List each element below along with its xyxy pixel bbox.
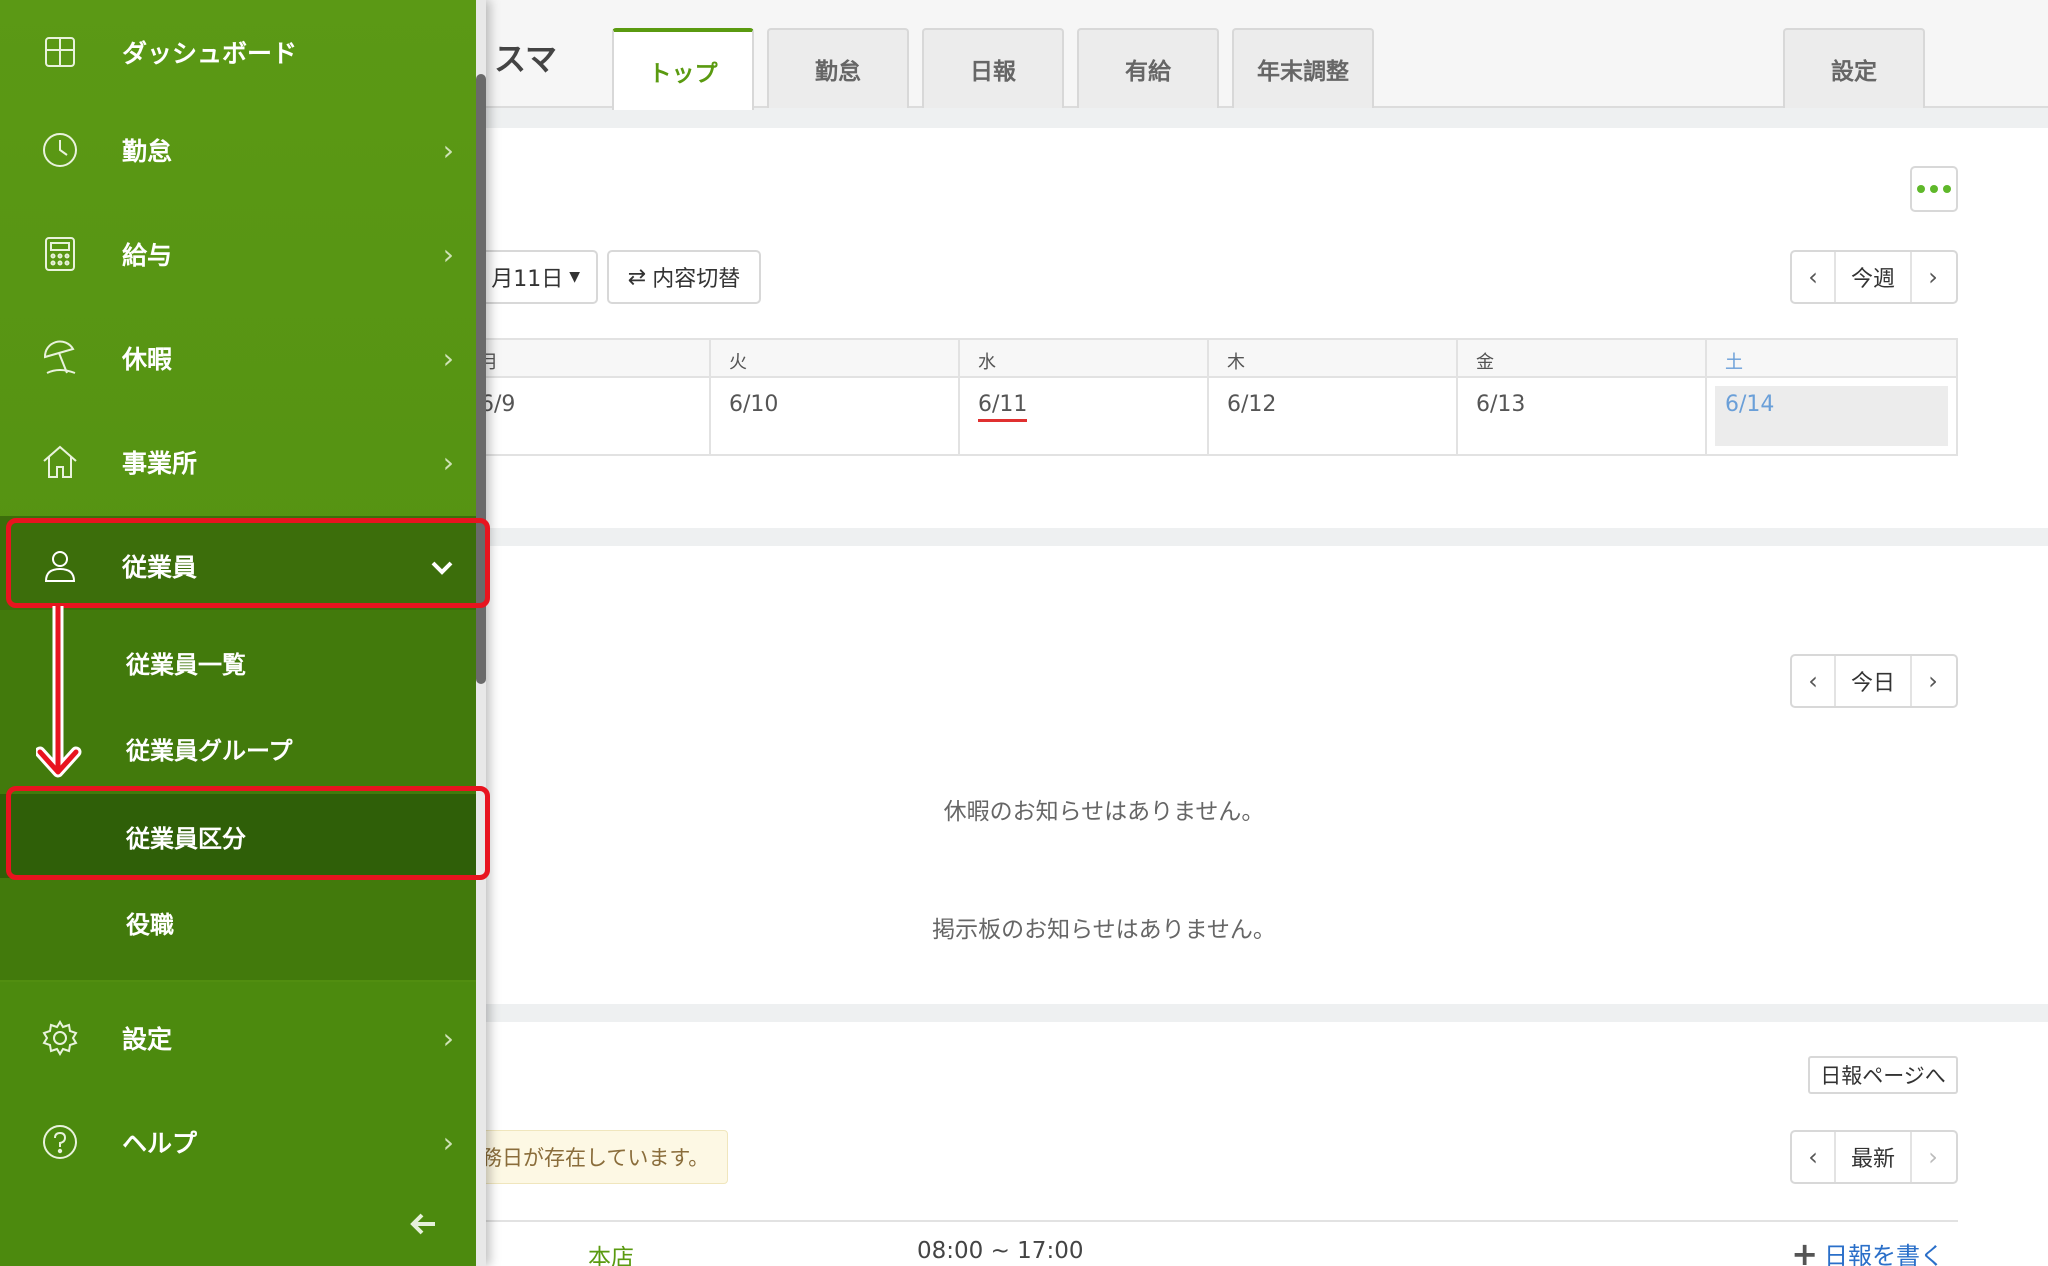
next-day-button[interactable]: › bbox=[1912, 656, 1954, 706]
weekday-header: 水 bbox=[960, 340, 1209, 376]
write-report-label: 日報を書く bbox=[1824, 1242, 1944, 1266]
sidebar-item-label: 事業所 bbox=[122, 449, 198, 478]
weekday-header: 月 bbox=[462, 340, 711, 376]
toggle-content-label: 内容切替 bbox=[652, 267, 741, 292]
sidebar-item-help[interactable]: ヘルプ › bbox=[0, 1090, 476, 1194]
sidebar-item-label: 給与 bbox=[122, 241, 173, 270]
unsubmitted-report-notice: 務日が存在しています。 bbox=[470, 1130, 728, 1184]
chevron-right-icon: › bbox=[442, 237, 454, 271]
collapse-sidebar-button[interactable] bbox=[410, 1210, 438, 1243]
tab-paid-leave[interactable]: 有給 bbox=[1077, 28, 1219, 108]
toggle-content-button[interactable]: ⇄ 内容切替 bbox=[607, 250, 761, 304]
gear-icon bbox=[40, 1018, 80, 1058]
sidebar-item-leave[interactable]: 休暇 › bbox=[0, 306, 476, 410]
report-pager: ‹ 最新 › bbox=[1790, 1130, 1958, 1184]
day-pager: ‹ 今日 › bbox=[1790, 654, 1958, 708]
chevron-right-icon: › bbox=[442, 341, 454, 375]
sidebar-item-attendance[interactable]: 勤怠 › bbox=[0, 98, 476, 202]
sidebar-item-payroll[interactable]: 給与 › bbox=[0, 202, 476, 306]
report-row: 本店 08:00 ~ 17:00 + 日報を書く bbox=[460, 1220, 1958, 1266]
week-pager: ‹ 今週 › bbox=[1790, 250, 1958, 304]
submenu-item-label: 従業員グループ bbox=[126, 736, 293, 765]
chevron-right-icon: › bbox=[1928, 1143, 1938, 1171]
chevron-right-icon: › bbox=[442, 1125, 454, 1159]
chevron-right-icon: › bbox=[442, 1021, 454, 1055]
sidebar-item-label: ダッシュボード bbox=[122, 39, 298, 68]
weekday-header-saturday: 土 bbox=[1725, 352, 1743, 373]
write-report-button[interactable]: + 日報を書く bbox=[1791, 1236, 1944, 1266]
home-icon bbox=[40, 442, 80, 482]
more-options-button[interactable] bbox=[1910, 166, 1958, 212]
prev-day-button[interactable]: ‹ bbox=[1792, 656, 1834, 706]
date-select-value: 月11日 bbox=[491, 267, 564, 292]
chevron-left-icon: ‹ bbox=[1808, 263, 1818, 291]
week-date-row: 6/9 6/10 6/11 6/12 6/13 6/14 bbox=[462, 378, 1956, 454]
date-cell-saturday[interactable]: 6/14 bbox=[1707, 378, 1956, 454]
next-report-button[interactable]: › bbox=[1912, 1132, 1954, 1182]
calculator-icon bbox=[40, 234, 80, 274]
weekday-header: 火 bbox=[711, 340, 960, 376]
chevron-right-icon: › bbox=[442, 133, 454, 167]
sidebar-item-settings[interactable]: 設定 › bbox=[0, 986, 476, 1090]
tab-daily-report[interactable]: 日報 bbox=[922, 28, 1064, 108]
more-dots-icon bbox=[1917, 185, 1951, 193]
tab-attendance[interactable]: 勤怠 bbox=[767, 28, 909, 108]
submenu-item-label: 従業員一覧 bbox=[126, 650, 246, 679]
app-title: スマ bbox=[494, 40, 558, 78]
tab-year-end-adjustment[interactable]: 年末調整 bbox=[1232, 28, 1374, 108]
date-cell[interactable]: 6/12 bbox=[1209, 378, 1458, 454]
sidebar-item-label: ヘルプ bbox=[122, 1129, 198, 1158]
date-cell-today[interactable]: 6/11 bbox=[960, 378, 1209, 454]
prev-report-button[interactable]: ‹ bbox=[1792, 1132, 1834, 1182]
today-button[interactable]: 今日 bbox=[1834, 656, 1912, 706]
sidebar-item-office[interactable]: 事業所 › bbox=[0, 410, 476, 514]
daily-report-page-link[interactable]: 日報ページへ bbox=[1808, 1056, 1958, 1094]
chevron-left-icon: ‹ bbox=[1808, 1143, 1818, 1171]
highlight-box-employee bbox=[6, 518, 490, 608]
highlight-box-employee-category bbox=[6, 786, 490, 880]
this-week-button[interactable]: 今週 bbox=[1834, 252, 1912, 302]
tab-top[interactable]: トップ bbox=[612, 28, 754, 110]
week-calendar: 月 火 水 木 金 土 6/9 6/10 6/11 6/12 6/13 6/14 bbox=[460, 338, 1958, 456]
caret-down-icon: ▼ bbox=[569, 269, 580, 285]
week-header-row: 月 火 水 木 金 土 bbox=[462, 340, 1956, 378]
sidebar-item-label: 休暇 bbox=[122, 345, 173, 374]
sidebar-item-label: 勤怠 bbox=[122, 137, 173, 166]
swap-arrows-icon: ⇄ bbox=[627, 264, 647, 290]
annotation-arrow-icon bbox=[36, 606, 82, 778]
weekday-header: 金 bbox=[1458, 340, 1707, 376]
sidebar-item-dashboard[interactable]: ダッシュボード bbox=[0, 0, 476, 104]
submenu-item-label: 役職 bbox=[126, 910, 174, 939]
plus-icon: + bbox=[1791, 1234, 1818, 1266]
chevron-right-icon: › bbox=[1928, 667, 1938, 695]
chevron-right-icon: › bbox=[1928, 263, 1938, 291]
weekday-header: 木 bbox=[1209, 340, 1458, 376]
latest-report-button[interactable]: 最新 bbox=[1834, 1132, 1912, 1182]
chevron-left-icon: ‹ bbox=[1808, 667, 1818, 695]
prev-week-button[interactable]: ‹ bbox=[1792, 252, 1834, 302]
date-cell[interactable]: 6/13 bbox=[1458, 378, 1707, 454]
arrow-left-icon bbox=[410, 1213, 435, 1235]
submenu-item-position[interactable]: 役職 bbox=[0, 882, 476, 962]
beach-umbrella-icon bbox=[40, 338, 80, 378]
clock-icon bbox=[40, 130, 80, 170]
date-cell[interactable]: 6/9 bbox=[462, 378, 711, 454]
sidebar-item-label: 設定 bbox=[122, 1025, 173, 1054]
shift-time-range: 08:00 ~ 17:00 bbox=[917, 1238, 1084, 1264]
dashboard-icon bbox=[40, 32, 80, 72]
chevron-right-icon: › bbox=[442, 445, 454, 479]
date-cell[interactable]: 6/10 bbox=[711, 378, 960, 454]
store-link[interactable]: 本店 bbox=[588, 1238, 634, 1266]
next-week-button[interactable]: › bbox=[1912, 252, 1954, 302]
question-icon bbox=[40, 1122, 80, 1162]
tab-settings[interactable]: 設定 bbox=[1783, 28, 1925, 108]
